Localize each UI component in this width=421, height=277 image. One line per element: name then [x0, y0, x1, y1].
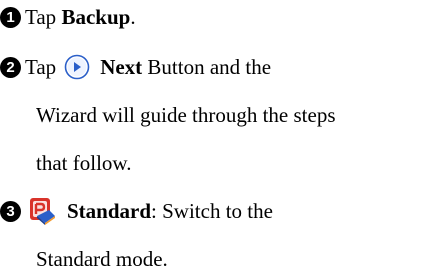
standard-mode-app-icon — [27, 196, 57, 226]
step-1-backup-label: Backup — [61, 4, 131, 29]
step-number-1: 1 — [0, 6, 21, 28]
step-number-2: 2 — [0, 56, 21, 78]
step-3-continuation-1: Standard mode. — [36, 246, 168, 272]
step-number-3: 3 — [0, 200, 21, 222]
step-2-text-post: Button and the — [142, 54, 272, 79]
step-2-text-pre: Tap — [25, 54, 57, 79]
step-2: 2 Tap Next Button and the — [0, 54, 271, 80]
step-2-continuation-1: Wizard will guide through the steps — [36, 102, 336, 128]
step-3: 3 Standard : Switch to the — [0, 196, 273, 226]
step-2-continuation-2: that follow. — [36, 150, 131, 176]
step-2-continuation-text: that follow. — [36, 150, 132, 175]
step-1: 1 Tap Backup . — [0, 4, 136, 30]
step-1-text-post: . — [130, 4, 136, 29]
next-button-icon — [64, 54, 90, 80]
step-3-text-post: : Switch to the — [151, 198, 273, 223]
step-3-continuation-text: Standard mode. — [36, 246, 168, 271]
step-1-text-pre: Tap — [25, 4, 62, 29]
step-2-next-label: Next — [100, 54, 143, 79]
step-2-continuation-text: Wizard will guide through the steps — [36, 102, 336, 127]
step-3-standard-label: Standard — [67, 198, 152, 223]
